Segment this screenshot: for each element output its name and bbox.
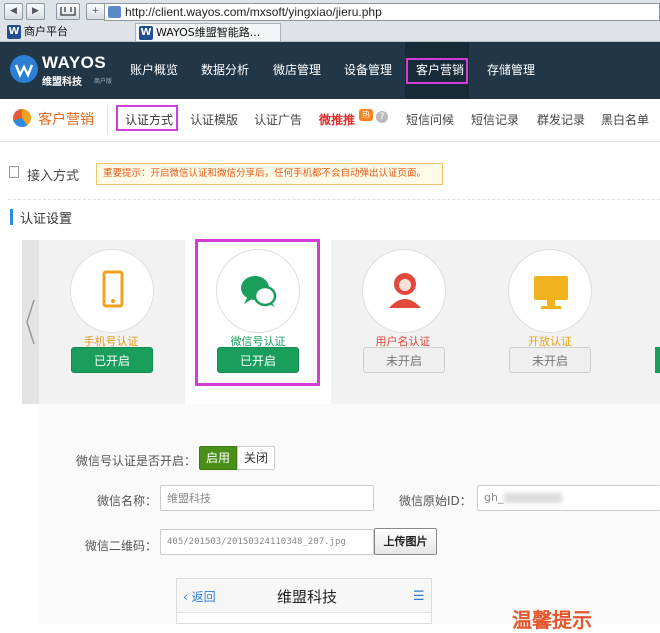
important-tip: 重要提示：开启微信认证和微信分享后，任何手机都不会自动弹出认证页面。	[96, 163, 443, 185]
globe-icon	[108, 6, 121, 18]
section-title: 客户营销	[38, 112, 94, 128]
enable-on-button[interactable]: 启用	[199, 446, 237, 470]
tab-auth-ad[interactable]: 认证广告	[254, 111, 302, 128]
open-auth-status-button[interactable]: 未开启	[509, 347, 591, 373]
back-button[interactable]: ◀	[4, 3, 23, 20]
tab-mass-records[interactable]: 群发记录	[537, 111, 585, 128]
phone-auth-status-button[interactable]: 已开启	[71, 347, 153, 373]
qr-label: 微信二维码：	[85, 539, 158, 553]
dashed-divider	[8, 199, 660, 200]
nav-device-management[interactable]: 设备管理	[344, 42, 392, 99]
tab-blackwhite-list[interactable]: 黑白名单	[601, 111, 649, 128]
wayos-logo[interactable]: WAYOS 维盟科技 商户版	[8, 50, 124, 90]
tab-label: WAYOS维盟智能路...	[156, 26, 261, 39]
tab-sms-greeting[interactable]: 短信问候	[406, 111, 454, 128]
tab-sms-records[interactable]: 短信记录	[471, 111, 519, 128]
orig-id-value: gh_	[484, 491, 504, 504]
user-icon	[362, 249, 446, 333]
auth-settings-title: 认证设置	[20, 212, 73, 227]
wechat-orig-id-input[interactable]: gh_	[477, 485, 660, 511]
next-card-peek	[655, 347, 660, 373]
subnav-highlight-box	[116, 105, 178, 131]
divider	[107, 106, 108, 134]
nav-data-analysis[interactable]: 数据分析	[201, 42, 249, 99]
menu-icon[interactable]: ☰	[413, 589, 425, 604]
logo-sub: 商户版	[94, 78, 113, 85]
hot-badge: 热	[359, 109, 373, 121]
browser-tab[interactable]: W 商户平台	[4, 23, 124, 41]
site-favicon-icon: W	[7, 25, 21, 39]
preview-back-label: 返回	[191, 590, 216, 604]
tab-auth-template[interactable]: 认证模版	[190, 111, 238, 128]
enable-off-button[interactable]: 关闭	[237, 446, 275, 470]
address-bar[interactable]: http://client.wayos.com/mxsoft/yingxiao/…	[104, 3, 660, 21]
monitor-icon	[508, 249, 592, 333]
nav-microshop[interactable]: 微店管理	[273, 42, 321, 99]
access-label: 接入方式	[27, 169, 80, 184]
phone-preview: ‹ 返回 维盟科技 ☰	[176, 578, 432, 624]
tab-weituitui[interactable]: 微推推	[319, 111, 355, 128]
blurred-id	[504, 493, 562, 503]
nav-storage-management[interactable]: 存储管理	[487, 42, 535, 99]
preview-back-button[interactable]: ‹ 返回	[183, 588, 216, 605]
forward-button[interactable]: ▶	[26, 3, 45, 20]
orig-id-label: 微信原始ID：	[399, 494, 472, 508]
pie-chart-icon	[13, 109, 31, 127]
card-highlight-box	[195, 239, 320, 386]
new-tab-button[interactable]: +	[86, 3, 105, 20]
qr-path-input[interactable]	[160, 529, 374, 555]
enable-label: 微信号认证是否开启：	[76, 454, 197, 468]
wechat-name-input[interactable]	[160, 485, 374, 511]
username-auth-status-button[interactable]: 未开启	[363, 347, 445, 373]
sub-nav: 客户营销 认证方式 认证模版 认证广告 微推推 热 ? 短信问候 短信记录 群发…	[0, 99, 660, 142]
browser-chrome: ◀ ▶ + http://client.wayos.com/mxsoft/yin…	[0, 0, 660, 42]
phone-icon	[70, 249, 154, 333]
name-label: 微信名称：	[97, 494, 158, 508]
section-marker	[10, 209, 13, 225]
logo-brand: WAYOS	[42, 53, 107, 72]
browser-tab-active[interactable]: W WAYOS维盟智能路...	[135, 23, 281, 41]
carousel-prev-button[interactable]	[22, 240, 39, 404]
upload-image-button[interactable]: 上传图片	[374, 528, 437, 555]
top-nav: WAYOS 维盟科技 商户版 账户概览 数据分析 微店管理 设备管理 客户营销 …	[0, 42, 660, 99]
logo-cn: 维盟科技	[42, 77, 82, 88]
home-icon[interactable]	[56, 3, 80, 20]
logo-icon	[10, 55, 38, 83]
preview-side-text: 温馨提示	[512, 608, 592, 632]
site-favicon-icon: W	[139, 26, 153, 40]
help-icon[interactable]: ?	[376, 111, 388, 123]
document-icon	[9, 166, 19, 178]
chevron-left-icon	[26, 299, 35, 345]
preview-title: 维盟科技	[277, 588, 338, 606]
tab-label: 商户平台	[24, 25, 68, 38]
address-text[interactable]: http://client.wayos.com/mxsoft/yingxiao/…	[125, 5, 382, 19]
nav-account-overview[interactable]: 账户概览	[130, 42, 178, 99]
nav-highlight-box	[406, 58, 468, 84]
